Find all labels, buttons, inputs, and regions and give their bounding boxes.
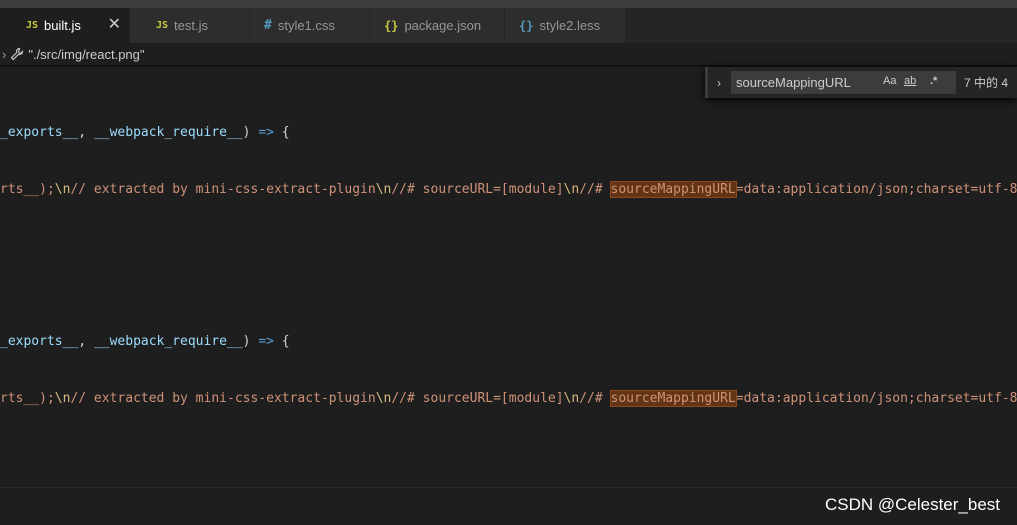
token: __webpack_require__	[93, 125, 243, 140]
token: =>	[258, 125, 274, 140]
find-query: sourceMappingURL	[736, 75, 851, 90]
token: // extracted by mini-css-extract-plugin	[70, 391, 376, 406]
close-icon[interactable]: ✕	[108, 17, 121, 33]
token: {	[273, 125, 290, 140]
token: rts__);	[0, 182, 55, 197]
token: )	[242, 125, 259, 140]
code-line: _exports__, __webpack_require__) => {	[0, 125, 290, 140]
match-case-icon[interactable]: Aa	[883, 75, 896, 87]
token: =data:application/json;charset=utf-8;ba	[735, 182, 1017, 197]
tab-label: package.json	[404, 18, 482, 33]
token: \n	[54, 391, 71, 406]
token: \n	[563, 182, 580, 197]
title-bar-strip	[0, 0, 1017, 8]
json-file-icon: {}	[384, 18, 399, 33]
regex-icon[interactable]: .*	[930, 75, 937, 87]
token: =>	[258, 334, 274, 349]
token: //# sourceURL=[module]	[391, 391, 564, 406]
search-match-highlight: sourceMappingURL	[609, 181, 737, 198]
divider	[0, 487, 1017, 488]
token: )	[242, 334, 259, 349]
tab-style2-less[interactable]: {} style2.less	[505, 8, 626, 43]
breadcrumb-item[interactable]: "./src/img/react.png"	[28, 47, 144, 62]
js-file-icon: JS	[26, 20, 39, 31]
code-line: _exports__, __webpack_require__) => {	[0, 334, 290, 349]
token: // extracted by mini-css-extract-plugin	[70, 182, 376, 197]
token: _exports__	[0, 334, 79, 349]
code-line: rts__);\n// extracted by mini-css-extrac…	[0, 390, 1017, 407]
token: __webpack_require__	[93, 334, 243, 349]
watermark: CSDN @Celester_best	[824, 495, 1000, 514]
token: \n	[375, 391, 392, 406]
code-line: rts__);\n// extracted by mini-css-extrac…	[0, 181, 1017, 198]
token: //#	[579, 391, 611, 406]
token: {	[273, 334, 290, 349]
tab-style1-css[interactable]: # style1.css	[250, 8, 370, 43]
tab-label: test.js	[174, 18, 209, 33]
wrench-icon	[10, 47, 24, 61]
tab-label: style1.css	[277, 18, 335, 33]
tab-built-js[interactable]: JS built.js ✕	[0, 8, 130, 43]
tab-package-json[interactable]: {} package.json	[370, 8, 505, 43]
tab-test-js[interactable]: JS test.js	[130, 8, 250, 43]
js-file-icon: JS	[156, 20, 169, 31]
token: rts__);	[0, 391, 55, 406]
editor-tab-bar: JS built.js ✕ JS test.js # style1.css {}…	[0, 8, 1017, 43]
token: \n	[375, 182, 392, 197]
tab-label: style2.less	[539, 18, 601, 33]
token: \n	[563, 391, 580, 406]
less-file-icon: {}	[519, 18, 534, 33]
tab-label: built.js	[44, 18, 81, 33]
token: //#	[579, 182, 611, 197]
token: //# sourceURL=[module]	[391, 182, 564, 197]
token: \n	[54, 182, 71, 197]
token: =data:application/json;charset=utf-8;ba	[735, 391, 1017, 406]
whole-word-icon[interactable]: ab	[904, 75, 916, 87]
breadcrumb: › "./src/img/react.png"	[0, 43, 1017, 65]
toggle-replace-icon[interactable]: ›	[710, 76, 728, 90]
breadcrumb-separator: ›	[2, 46, 7, 62]
find-input[interactable]: sourceMappingURL Aa ab .*	[731, 71, 956, 94]
match-count: 7 中的 4	[964, 76, 1009, 90]
token: ,	[78, 125, 94, 140]
search-match-highlight: sourceMappingURL	[609, 390, 737, 407]
token: ,	[78, 334, 94, 349]
token: _exports__	[0, 125, 79, 140]
css-file-icon: #	[264, 18, 272, 33]
find-widget: › sourceMappingURL Aa ab .* 7 中的 4	[705, 67, 1017, 98]
